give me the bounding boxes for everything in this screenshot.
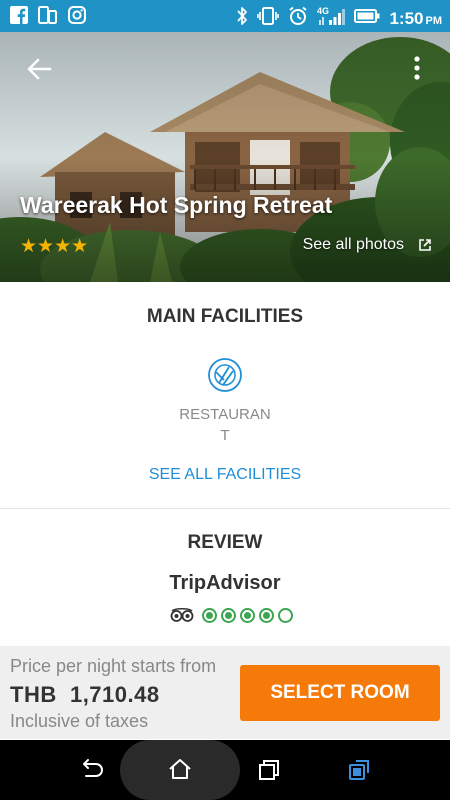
clock: 1:50 PM bbox=[389, 9, 442, 29]
nav-back-button[interactable] bbox=[76, 755, 106, 785]
clock-time: 1:50 bbox=[389, 8, 424, 28]
signal-4g-icon: 4G bbox=[317, 5, 346, 32]
price-currency: THB bbox=[10, 682, 57, 707]
tax-caption: Inclusive of taxes bbox=[10, 711, 149, 731]
bluetooth-icon bbox=[236, 6, 248, 31]
rating-bubble-empty bbox=[278, 607, 293, 623]
phone-icon bbox=[38, 6, 58, 29]
rating-bubble-filled bbox=[202, 607, 217, 623]
see-all-photos-label: See all photos bbox=[302, 236, 404, 253]
back-button[interactable] bbox=[22, 54, 56, 84]
review-title: REVIEW bbox=[187, 532, 263, 553]
rating-bubble-filled bbox=[259, 607, 274, 623]
price-caption: Price per night starts from bbox=[10, 656, 217, 676]
more-vertical-icon bbox=[414, 56, 420, 80]
system-nav-bar bbox=[0, 740, 450, 800]
select-room-button[interactable]: SELECT ROOM bbox=[240, 665, 440, 721]
arrow-left-icon bbox=[27, 58, 52, 80]
restaurant-icon bbox=[207, 357, 243, 393]
tripadvisor-rating[interactable] bbox=[170, 607, 293, 623]
screenshot-icon bbox=[349, 760, 369, 780]
see-all-facilities-link[interactable]: SEE ALL FACILITIES bbox=[0, 466, 450, 484]
back-nav-icon bbox=[83, 759, 103, 777]
recents-nav-icon bbox=[259, 760, 279, 780]
hotel-name: Wareerak Hot Spring Retreat bbox=[20, 192, 333, 218]
price-value: THB 1,710.48 bbox=[10, 682, 160, 708]
rating-bubble-filled bbox=[221, 607, 236, 623]
status-bar: 4G 1:50 PM bbox=[0, 0, 450, 32]
external-link-icon bbox=[419, 239, 431, 251]
battery-icon bbox=[354, 8, 380, 29]
main-facilities-title: MAIN FACILITIES bbox=[146, 306, 304, 327]
see-all-photos-link[interactable]: See all photos bbox=[303, 230, 432, 260]
tripadvisor-owl-icon bbox=[170, 607, 194, 622]
alarm-icon bbox=[288, 6, 308, 31]
tripadvisor-label: TripAdvisor bbox=[169, 572, 281, 594]
clock-ampm: PM bbox=[425, 14, 443, 27]
rating-bubble-filled bbox=[240, 607, 255, 623]
vibrate-icon bbox=[257, 6, 280, 31]
booking-footer: Price per night starts from THB 1,710.48… bbox=[0, 646, 450, 739]
overflow-menu-button[interactable] bbox=[412, 54, 422, 82]
nav-screenshot-button[interactable] bbox=[345, 755, 375, 785]
star-rating: ★★★★ bbox=[20, 236, 89, 257]
price-amount: 1,710.48 bbox=[69, 682, 160, 707]
instagram-icon bbox=[68, 6, 86, 29]
nav-home-button[interactable] bbox=[165, 755, 195, 785]
nav-recents-button[interactable] bbox=[254, 755, 284, 785]
hotel-hero-photo[interactable]: Wareerak Hot Spring Retreat ★★★★ See all… bbox=[0, 32, 450, 282]
facebook-icon bbox=[10, 6, 28, 29]
home-nav-icon bbox=[169, 759, 191, 779]
network-label: 4G bbox=[317, 6, 329, 16]
section-divider bbox=[0, 508, 450, 509]
facility-label-restaurant: RESTAURANT bbox=[179, 406, 271, 444]
